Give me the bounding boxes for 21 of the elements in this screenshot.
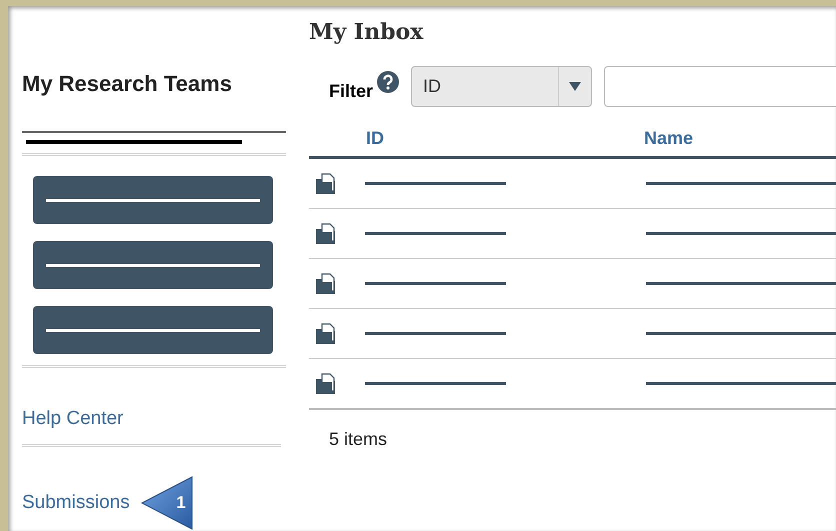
sidebar-title: My Research Teams	[22, 70, 233, 98]
document-icon	[315, 172, 337, 194]
team-button[interactable]	[33, 176, 273, 224]
filter-label: Filter	[329, 80, 374, 103]
filter-select[interactable]: ID	[411, 66, 592, 107]
callout-number: 1	[176, 492, 186, 514]
dropdown-caret-icon	[569, 82, 582, 91]
document-icon	[315, 322, 337, 344]
submissions-link[interactable]: Submissions	[22, 491, 130, 515]
item-count: 5 items	[329, 428, 388, 451]
page-title: My Inbox	[309, 18, 424, 46]
document-icon	[315, 372, 337, 394]
column-header[interactable]: ID	[366, 125, 644, 152]
document-icon	[315, 222, 337, 244]
column-header[interactable]: Name	[644, 125, 694, 152]
help-center-link[interactable]: Help Center	[22, 407, 286, 431]
team-button[interactable]	[33, 306, 273, 354]
filter-input[interactable]	[604, 66, 836, 107]
document-icon	[315, 272, 337, 294]
team-button[interactable]	[33, 241, 273, 290]
help-icon[interactable]	[377, 70, 400, 92]
